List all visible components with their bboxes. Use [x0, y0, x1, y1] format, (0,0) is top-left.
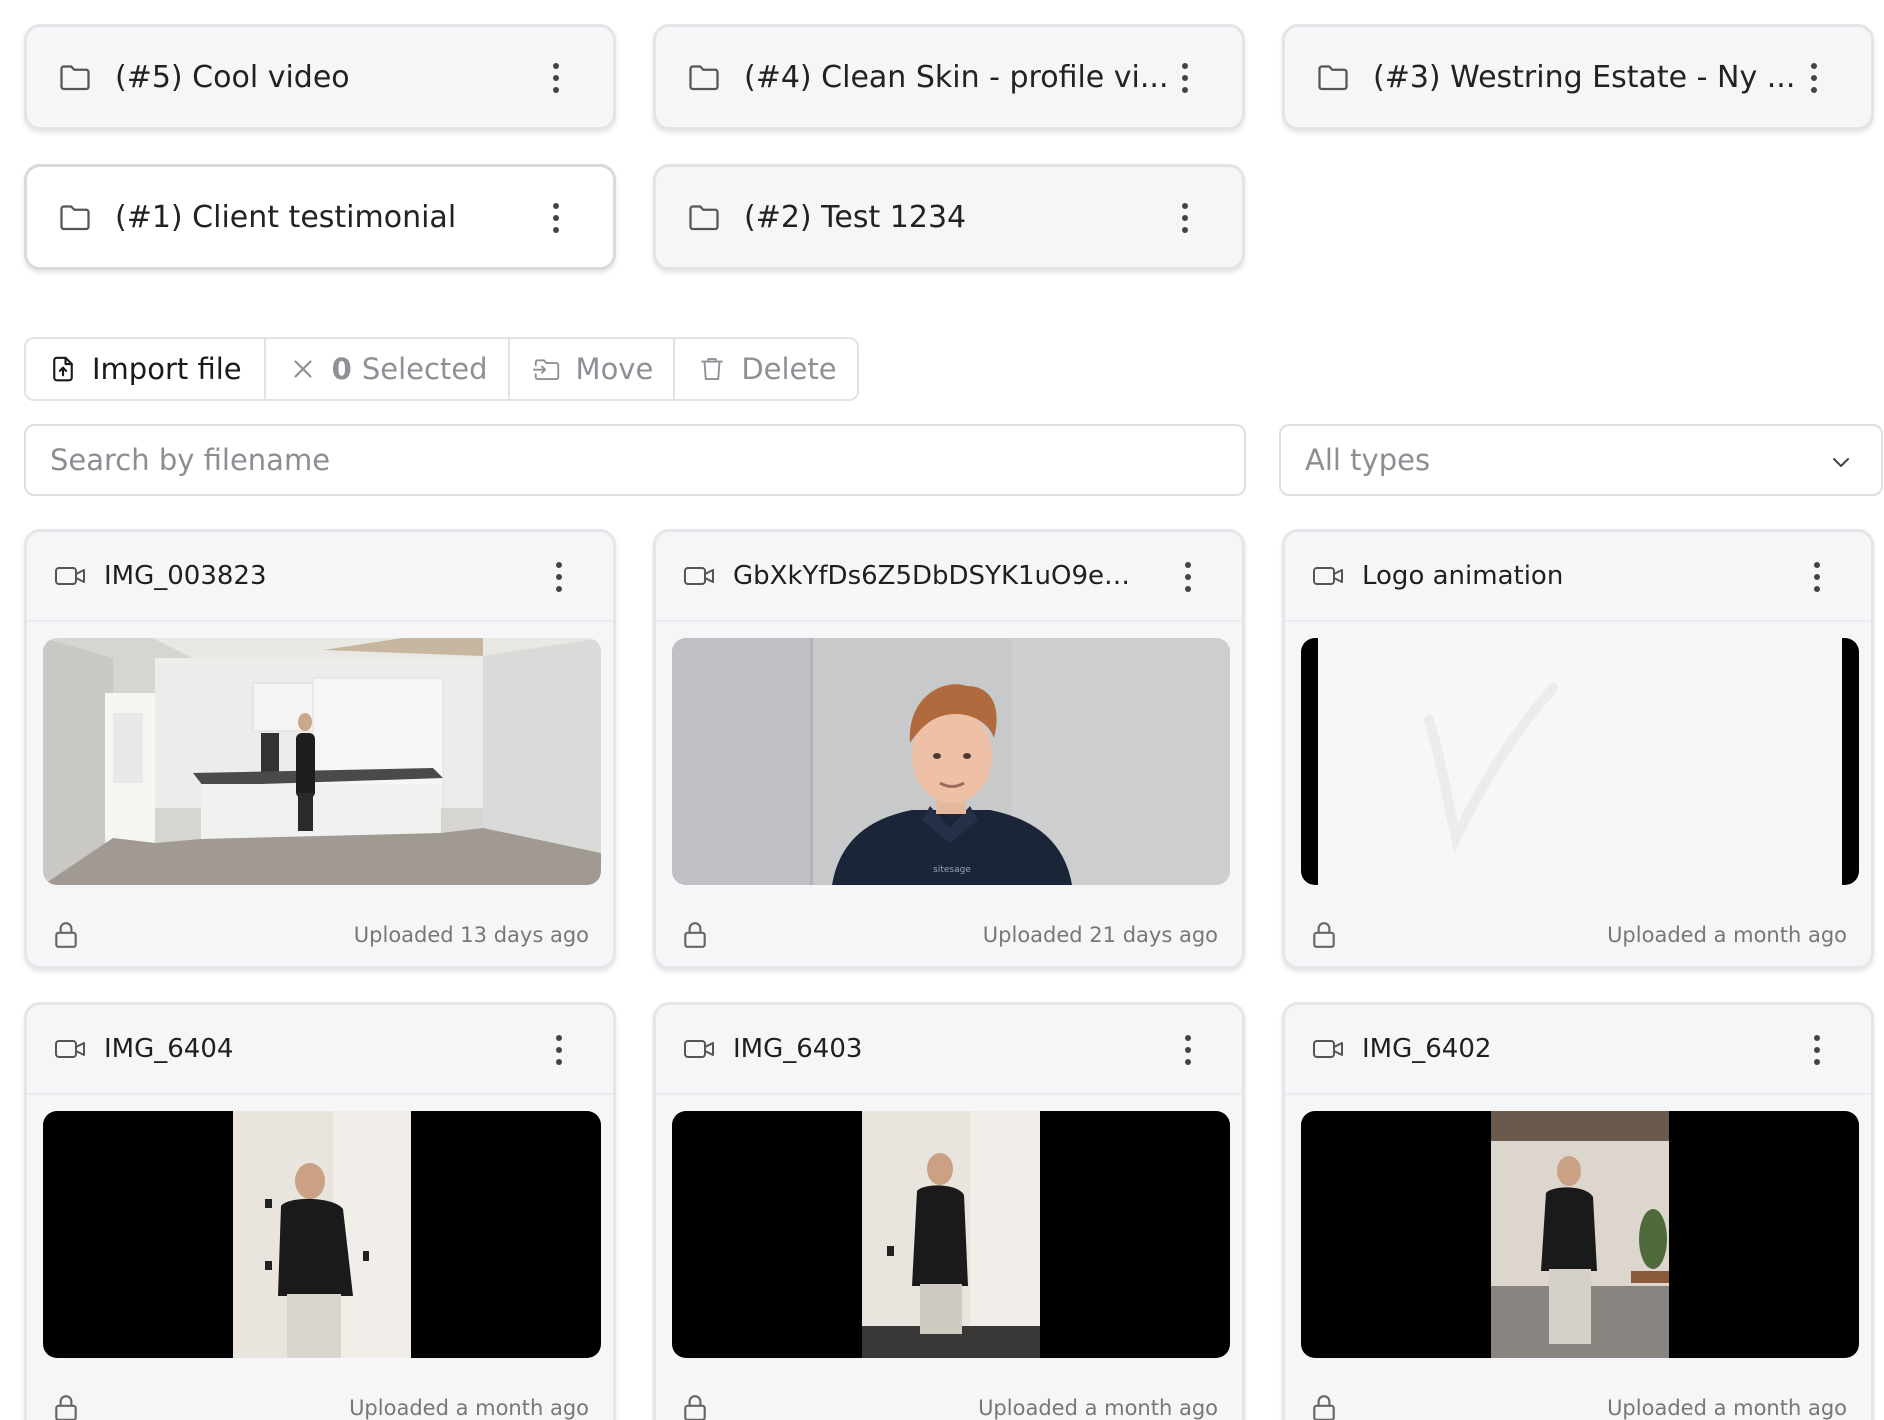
video-thumbnail[interactable]: sitesage [672, 638, 1230, 885]
lock-icon[interactable] [1311, 921, 1337, 949]
close-icon [294, 360, 312, 378]
media-card-footer: Uploaded a month ago [1285, 1383, 1871, 1420]
more-vertical-icon[interactable] [1175, 198, 1195, 238]
delete-label: Delete [741, 352, 837, 386]
folder-icon [60, 65, 90, 91]
media-library: (#5) Cool video (#4) Clean Skin - profil… [0, 0, 1884, 1420]
upload-time: Uploaded a month ago [978, 1396, 1218, 1420]
chevron-down-icon [1833, 458, 1849, 467]
move-button[interactable]: Move [510, 339, 676, 399]
trash-icon [701, 358, 724, 380]
upload-time: Uploaded 13 days ago [353, 923, 589, 947]
lock-icon[interactable] [682, 921, 708, 949]
media-name: IMG_6402 [1362, 1034, 1492, 1064]
video-thumbnail[interactable] [672, 1111, 1230, 1358]
media-card-header: IMG_6404 [27, 1005, 613, 1095]
video-camera-icon [1313, 567, 1343, 585]
media-card-footer: Uploaded a month ago [1285, 910, 1871, 960]
video-thumbnail[interactable] [1301, 638, 1859, 885]
selected-count: 0 [331, 352, 352, 386]
media-card[interactable]: Logo animation Uploaded a month ago [1282, 529, 1874, 969]
media-card[interactable]: IMG_6403 Uploaded a month ago [653, 1002, 1245, 1420]
media-name: IMG_6404 [104, 1034, 234, 1064]
more-vertical-icon[interactable] [549, 557, 569, 597]
media-card-header: Logo animation [1285, 532, 1871, 622]
media-card-footer: Uploaded a month ago [656, 1383, 1242, 1420]
search-input[interactable] [24, 424, 1246, 496]
delete-button[interactable]: Delete [675, 339, 856, 399]
folder-card[interactable]: (#4) Clean Skin - profile vi... [653, 24, 1245, 130]
upload-time: Uploaded 21 days ago [982, 923, 1218, 947]
folder-card-active[interactable]: (#1) Client testimonial [24, 164, 616, 270]
more-vertical-icon[interactable] [1807, 1030, 1827, 1070]
media-card[interactable]: IMG_003823 Uploaded 13 days ago [24, 529, 616, 969]
type-filter-select[interactable]: All types [1279, 424, 1883, 496]
media-card-header: GbXkYfDs6Z5DbDSYK1uO9em8yM... [656, 532, 1242, 622]
video-camera-icon [55, 1040, 85, 1058]
folder-icon [689, 205, 719, 231]
video-camera-icon [684, 1040, 714, 1058]
upload-time: Uploaded a month ago [1607, 1396, 1847, 1420]
lock-icon[interactable] [682, 1394, 708, 1420]
selected-label: Selected [361, 352, 488, 386]
media-card[interactable]: IMG_6404 Uploaded a month ago [24, 1002, 616, 1420]
folder-name: (#2) Test 1234 [744, 199, 967, 235]
media-card[interactable]: IMG_6402 Uploaded a month ago [1282, 1002, 1874, 1420]
upload-time: Uploaded a month ago [349, 1396, 589, 1420]
lock-icon[interactable] [53, 1394, 79, 1420]
folder-icon [1318, 65, 1348, 91]
video-camera-icon [55, 567, 85, 585]
media-card-header: IMG_003823 [27, 532, 613, 622]
file-upload-icon [53, 356, 73, 382]
more-vertical-icon[interactable] [546, 198, 566, 238]
folder-name: (#4) Clean Skin - profile vi... [744, 59, 1169, 95]
media-card-footer: Uploaded 21 days ago [656, 910, 1242, 960]
media-card-footer: Uploaded 13 days ago [27, 910, 613, 960]
move-label: Move [575, 352, 654, 386]
media-card-footer: Uploaded a month ago [27, 1383, 613, 1420]
video-thumbnail[interactable] [43, 638, 601, 885]
media-card-header: IMG_6402 [1285, 1005, 1871, 1095]
move-folder-icon [532, 359, 559, 380]
lock-icon[interactable] [53, 921, 79, 949]
media-card-header: IMG_6403 [656, 1005, 1242, 1095]
folder-card[interactable]: (#5) Cool video [24, 24, 616, 130]
video-camera-icon [684, 567, 714, 585]
type-filter-value: All types [1305, 443, 1431, 477]
media-card[interactable]: GbXkYfDs6Z5DbDSYK1uO9em8yM... [653, 529, 1245, 969]
lock-icon[interactable] [1311, 1394, 1337, 1420]
folder-icon [689, 65, 719, 91]
folder-icon [60, 205, 90, 231]
more-vertical-icon[interactable] [546, 58, 566, 98]
more-vertical-icon[interactable] [549, 1030, 569, 1070]
more-vertical-icon[interactable] [1178, 557, 1198, 597]
shirt-logo-text: sitesage [933, 865, 971, 875]
import-file-label: Import file [92, 352, 242, 386]
media-name: Logo animation [1362, 561, 1564, 591]
folder-card[interactable]: (#2) Test 1234 [653, 164, 1245, 270]
more-vertical-icon[interactable] [1175, 58, 1195, 98]
folder-card[interactable]: (#3) Westring Estate - Ny ... [1282, 24, 1874, 130]
more-vertical-icon[interactable] [1807, 557, 1827, 597]
media-name: IMG_6403 [733, 1034, 863, 1064]
video-thumbnail[interactable] [43, 1111, 601, 1358]
video-camera-icon [1313, 1040, 1343, 1058]
media-name: GbXkYfDs6Z5DbDSYK1uO9em8yM... [733, 561, 1153, 591]
video-thumbnail[interactable] [1301, 1111, 1859, 1358]
upload-time: Uploaded a month ago [1607, 923, 1847, 947]
folder-name: (#5) Cool video [115, 59, 350, 95]
folder-name: (#1) Client testimonial [115, 199, 457, 235]
folder-name: (#3) Westring Estate - Ny ... [1373, 59, 1796, 95]
import-file-button[interactable]: Import file [26, 339, 266, 399]
media-name: IMG_003823 [104, 561, 267, 591]
more-vertical-icon[interactable] [1178, 1030, 1198, 1070]
clear-selection-button[interactable]: 0 Selected [266, 339, 510, 399]
action-toolbar: Import file 0 Selected Move Delete [24, 337, 859, 401]
more-vertical-icon[interactable] [1804, 58, 1824, 98]
